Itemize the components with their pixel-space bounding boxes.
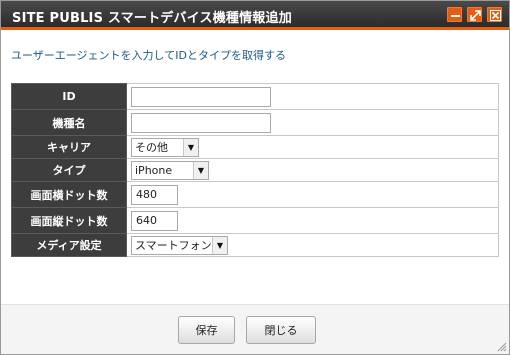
model-name-input[interactable] — [131, 112, 271, 133]
carrier-label: キャリア — [11, 135, 127, 159]
save-button[interactable]: 保存 — [178, 316, 235, 344]
minimize-button[interactable] — [447, 7, 462, 22]
resize-grip-icon[interactable] — [497, 342, 507, 352]
form-row-screen-width: 画面横ドット数 480 — [11, 181, 499, 208]
close-icon — [490, 10, 501, 21]
form-row-carrier: キャリア その他 ▼ — [11, 135, 499, 159]
form-row-id: ID — [11, 83, 499, 110]
type-label: タイプ — [11, 158, 127, 182]
type-selected-value: iPhone — [135, 163, 173, 177]
device-info-form: ID 機種名 キャリア その他 ▼ タイプ iPhone ▼ 画面横ドット数 4… — [11, 83, 499, 257]
dialog-window: SITE PUBLIS スマートデバイス機種情報追加 ユーザーエージェントを入力… — [0, 0, 510, 355]
media-select[interactable]: スマートフォン ▼ — [131, 235, 228, 255]
form-row-model-name: 機種名 — [11, 109, 499, 136]
minimize-icon — [451, 15, 460, 17]
form-row-type: タイプ iPhone ▼ — [11, 158, 499, 182]
dialog-footer: 保存 閉じる — [1, 305, 509, 354]
window-title: SITE PUBLIS スマートデバイス機種情報追加 — [12, 11, 292, 26]
screen-height-label: 画面縦ドット数 — [11, 207, 127, 234]
close-window-button[interactable] — [487, 7, 502, 22]
media-selected-value: スマートフォン — [135, 239, 212, 252]
carrier-select[interactable]: その他 ▼ — [131, 137, 199, 157]
chevron-down-icon: ▼ — [212, 236, 227, 254]
form-row-media: メディア設定 スマートフォン ▼ — [11, 233, 499, 257]
id-label: ID — [11, 83, 127, 110]
chevron-down-icon: ▼ — [193, 161, 208, 179]
screen-height-input[interactable]: 640 — [131, 210, 178, 231]
form-row-screen-height: 画面縦ドット数 640 — [11, 207, 499, 234]
model-name-label: 機種名 — [11, 109, 127, 136]
close-button[interactable]: 閉じる — [246, 316, 316, 344]
media-label: メディア設定 — [11, 233, 127, 257]
description-text: ユーザーエージェントを入力してIDとタイプを取得する — [11, 49, 286, 62]
maximize-icon — [470, 10, 481, 21]
type-select[interactable]: iPhone ▼ — [131, 160, 209, 180]
screen-width-input[interactable]: 480 — [131, 184, 178, 205]
chevron-down-icon: ▼ — [183, 138, 198, 156]
title-bar[interactable]: SITE PUBLIS スマートデバイス機種情報追加 — [1, 1, 509, 30]
carrier-selected-value: その他 — [135, 141, 168, 154]
id-input[interactable] — [131, 86, 271, 107]
maximize-button[interactable] — [467, 7, 482, 22]
screen-width-label: 画面横ドット数 — [11, 181, 127, 208]
